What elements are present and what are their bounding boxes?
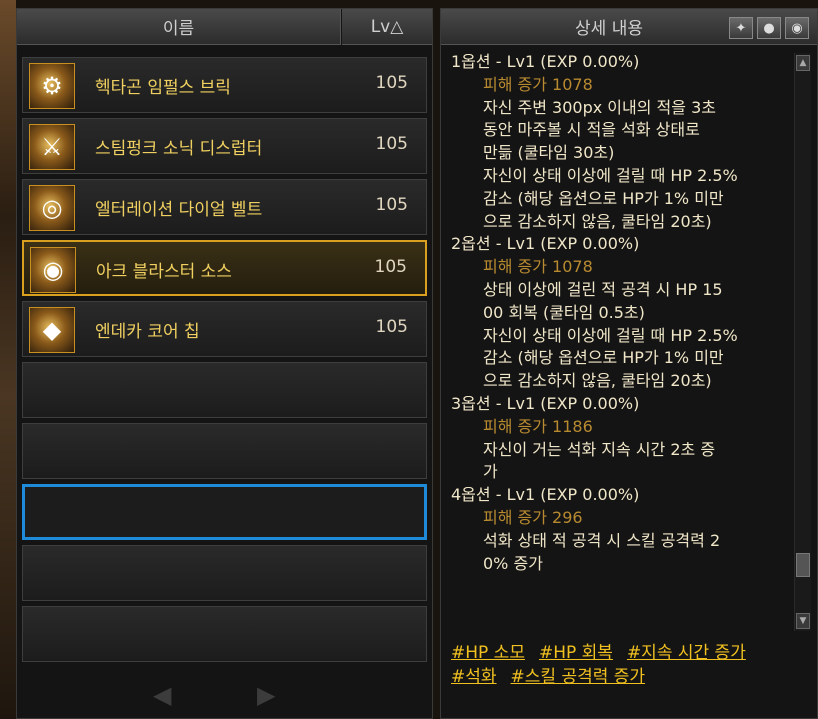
option-description: 00 회복 (쿨타임 0.5초): [483, 302, 645, 322]
item-slot[interactable]: ◎ 엘터레이션 다이얼 벨트 105: [22, 179, 427, 235]
item-level: 105: [375, 195, 408, 215]
option-description: 자신 주변 300px 이내의 적을 3초: [483, 97, 716, 117]
option-details: 1옵션 - Lv1 (EXP 0.00%) 피해 증가 1078 자신 주변 300…: [447, 51, 789, 631]
item-name: 엔데카 코어 칩: [95, 322, 200, 342]
option-description: 석화 상태 적 공격 시 스킬 공격력 2: [483, 530, 721, 550]
detail-title: 상세 내용: [575, 19, 643, 39]
option-description: 으로 감소하지 않음, 쿨타임 20초): [483, 211, 712, 231]
option-damage: 피해 증가 1186: [483, 416, 593, 436]
gear-icon: ⚙: [29, 63, 75, 109]
item-level: 105: [375, 134, 408, 154]
option-damage: 피해 증가 1078: [483, 74, 593, 94]
empty-slot[interactable]: [22, 423, 427, 479]
blade-icon: ⚔: [29, 124, 75, 170]
background-edge: [0, 0, 16, 719]
pin-icon[interactable]: ●: [757, 17, 781, 39]
chip-icon: ◆: [29, 307, 75, 353]
option-title: 2옵션 - Lv1 (EXP 0.00%): [451, 234, 640, 254]
option-description: 감소 (해당 옵션으로 HP가 1% 미만: [483, 188, 724, 208]
empty-slot-focused[interactable]: [22, 484, 427, 540]
item-name: 엘터레이션 다이얼 벨트: [95, 200, 263, 220]
item-name: 스팀펑크 소닉 디스럽터: [95, 139, 263, 159]
item-list-panel: 이름 Lv△ ⚙ 헥타곤 임펄스 브릭 105 ⚔ 스팀펑크 소닉 디스럽터 1…: [16, 8, 433, 719]
option-description: 만듦 (쿨타임 30초): [483, 143, 615, 163]
tag-link[interactable]: #지속 시간 증가: [627, 643, 746, 663]
next-page-icon[interactable]: ▶: [257, 681, 275, 709]
option-description: 감소 (해당 옵션으로 HP가 1% 미만: [483, 348, 724, 368]
wolf-icon[interactable]: ✦: [729, 17, 753, 39]
belt-icon: ◎: [29, 185, 75, 231]
option-description: 자신이 상태 이상에 걸릴 때 HP 2.5%: [483, 165, 738, 185]
item-name: 헥타곤 임펄스 브릭: [95, 78, 231, 98]
scrollbar[interactable]: ▲ ▼: [794, 53, 811, 631]
ring-icon: ◉: [30, 247, 76, 293]
option-title: 3옵션 - Lv1 (EXP 0.00%): [451, 393, 640, 413]
tag-link[interactable]: #스킬 공격력 증가: [511, 667, 646, 687]
prev-page-icon[interactable]: ◀: [153, 681, 171, 709]
name-column-header[interactable]: 이름: [17, 9, 341, 45]
item-name: 아크 블라스터 소스: [96, 262, 232, 282]
option-description: 동안 마주볼 시 적을 석화 상태로: [483, 120, 700, 140]
item-level: 105: [375, 317, 408, 337]
option-title: 4옵션 - Lv1 (EXP 0.00%): [451, 485, 640, 505]
tag-link[interactable]: #HP 소모: [451, 643, 525, 663]
option-damage: 피해 증가 296: [483, 507, 583, 527]
item-level: 105: [374, 257, 407, 277]
level-sort-header[interactable]: Lv△: [342, 9, 432, 45]
option-title: 1옵션 - Lv1 (EXP 0.00%): [451, 52, 640, 71]
empty-slot[interactable]: [22, 362, 427, 418]
item-slot[interactable]: ◆ 엔데카 코어 칩 105: [22, 301, 427, 357]
option-description: 0% 증가: [483, 553, 543, 573]
tag-link[interactable]: #HP 회복: [539, 643, 613, 663]
option-description: 가: [483, 462, 498, 482]
option-description: 으로 감소하지 않음, 쿨타임 20초): [483, 371, 712, 391]
option-damage: 피해 증가 1078: [483, 257, 593, 277]
scroll-thumb[interactable]: [796, 553, 810, 577]
option-description: 자신이 거는 석화 지속 시간 2초 증: [483, 439, 716, 459]
tag-list: #HP 소모 #HP 회복 #지속 시간 증가 #석화 #스킬 공격력 증가: [451, 641, 791, 689]
option-description: 자신이 상태 이상에 걸릴 때 HP 2.5%: [483, 325, 738, 345]
empty-slot[interactable]: [22, 606, 427, 662]
detail-panel: 상세 내용 ✦ ● ◉ 1옵션 - Lv1 (EXP 0.00%) 피해 증가 1…: [440, 8, 818, 719]
item-slot-selected[interactable]: ◉ 아크 블라스터 소스 105: [22, 240, 427, 296]
tag-link[interactable]: #석화: [451, 667, 497, 687]
scroll-down-icon[interactable]: ▼: [796, 613, 810, 629]
option-description: 상태 이상에 걸린 적 공격 시 HP 15: [483, 279, 723, 299]
scroll-up-icon[interactable]: ▲: [796, 55, 810, 71]
item-level: 105: [375, 73, 408, 93]
empty-slot[interactable]: [22, 545, 427, 601]
item-slot[interactable]: ⚙ 헥타곤 임펄스 브릭 105: [22, 57, 427, 113]
eye-icon[interactable]: ◉: [785, 17, 809, 39]
item-slot[interactable]: ⚔ 스팀펑크 소닉 디스럽터 105: [22, 118, 427, 174]
